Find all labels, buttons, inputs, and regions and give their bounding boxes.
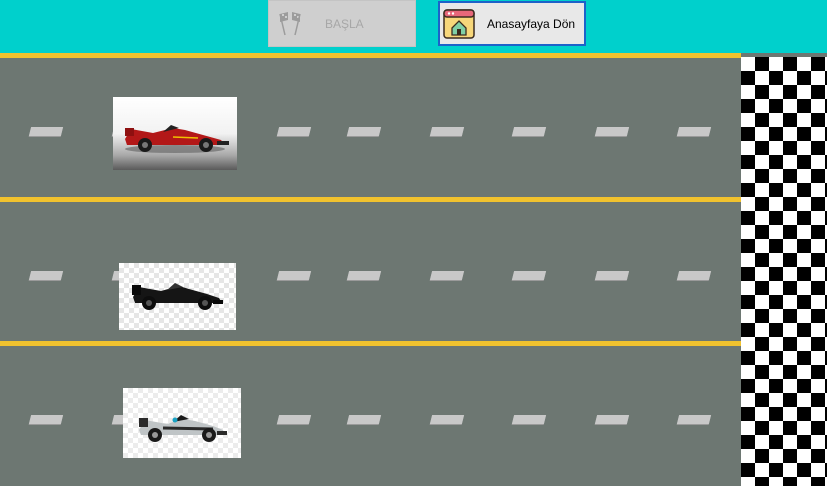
race-track (0, 53, 827, 486)
lane-dash (594, 271, 630, 280)
race-car-black (119, 263, 236, 330)
home-button[interactable]: Anasayfaya Dön (438, 1, 586, 46)
finish-line-checkered-flag (741, 57, 827, 486)
lane-dash (429, 271, 465, 280)
lane-dash (346, 271, 382, 280)
lane-dash (676, 415, 712, 424)
race-car-silver (123, 388, 241, 458)
lane-dash (511, 127, 547, 136)
lane-dash (276, 127, 312, 136)
lane-dash (346, 127, 382, 136)
home-window-icon (443, 9, 475, 39)
lane-dash (28, 127, 64, 136)
lane-dash (676, 271, 712, 280)
lane-dash (511, 415, 547, 424)
lane-dash (28, 271, 64, 280)
checkered-flags-icon (279, 12, 301, 36)
lane-dash (594, 127, 630, 136)
lane-dash (594, 415, 630, 424)
start-button-label: BAŞLA (325, 17, 364, 31)
lane-dash (676, 127, 712, 136)
lane-dash (511, 271, 547, 280)
lane-dash (429, 127, 465, 136)
lane-dash (28, 415, 64, 424)
start-button[interactable]: BAŞLA (268, 0, 416, 47)
lane-dash (346, 415, 382, 424)
toolbar: BAŞLA Anasayfaya Dön (0, 0, 827, 53)
home-button-label: Anasayfaya Dön (487, 17, 576, 31)
race-car-red (113, 97, 237, 170)
lane-dash (276, 271, 312, 280)
lane-dash (276, 415, 312, 424)
lane-dash (429, 415, 465, 424)
